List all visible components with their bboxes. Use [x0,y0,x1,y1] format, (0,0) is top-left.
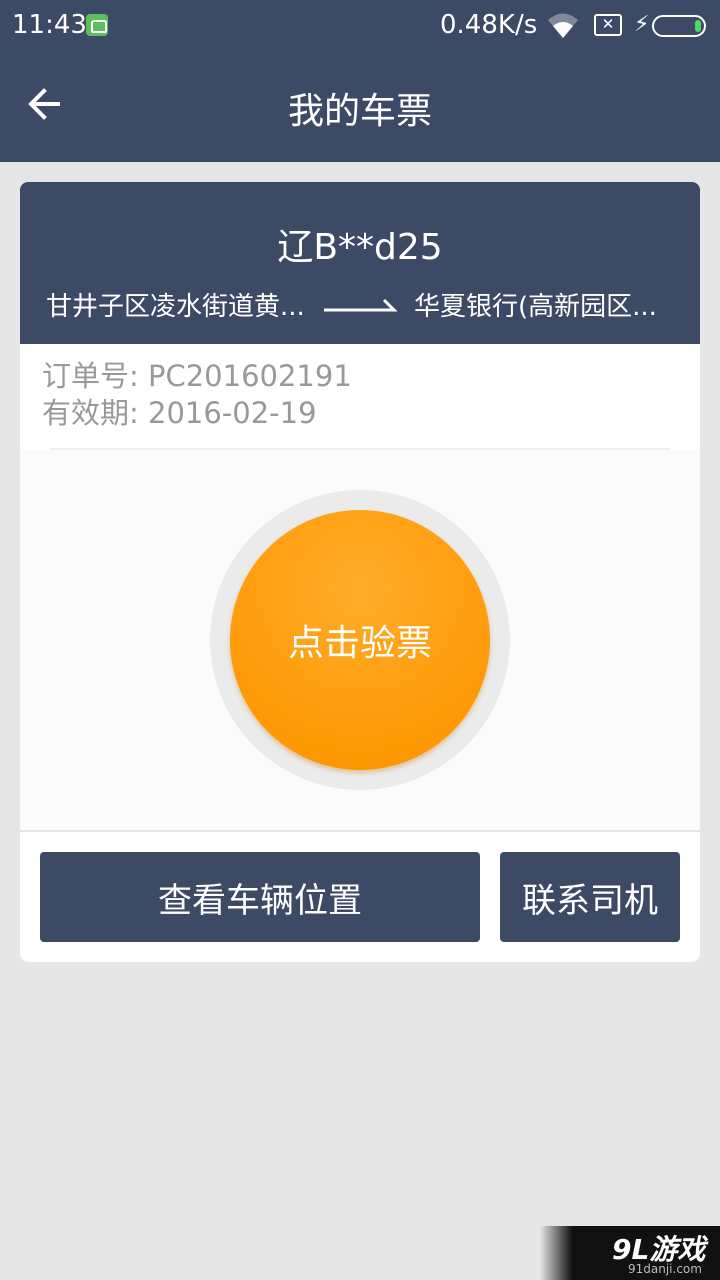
order-info: 订单号: PC201602191 有效期: 2016-02-19 [42,358,352,432]
wifi-icon [548,13,578,38]
valid-date: 有效期: 2016-02-19 [42,396,317,430]
route-origin: 甘井子区凌水街道黄... [46,292,305,322]
ticket-card: 辽B**d25 甘井子区凌水街道黄... 华夏银行(高新园区... 订单号: P… [20,182,700,962]
sim-card-missing-icon: ✕ [594,14,622,36]
divider [20,830,700,832]
watermark: 9L游戏 91danji.com [540,1226,720,1280]
charging-bolt-icon: ⚡ [634,12,650,37]
status-bar: 11:43 0.48K/s ✕ ⚡ [0,0,720,52]
view-vehicle-location-button[interactable]: 查看车辆位置 [40,852,480,942]
ticket-check-area: 点击验票 [20,450,700,830]
battery-icon [652,15,706,37]
title-bar: 我的车票 [0,52,720,162]
watermark-url: 91danji.com [628,1262,702,1276]
route-destination: 华夏银行(高新园区... [414,292,657,322]
order-number: 订单号: PC201602191 [42,359,352,393]
route-arrow-icon [324,298,398,312]
battery-level [695,20,701,32]
ticket-header: 辽B**d25 甘井子区凌水街道黄... 华夏银行(高新园区... [20,182,700,344]
app-notification-icon [86,14,108,36]
plate-number: 辽B**d25 [277,227,443,268]
page-title: 我的车票 [287,91,432,132]
network-speed: 0.48K/s [440,10,538,40]
status-time: 11:43 [12,10,87,40]
contact-driver-button[interactable]: 联系司机 [500,852,680,942]
check-ticket-button[interactable]: 点击验票 [230,510,490,770]
